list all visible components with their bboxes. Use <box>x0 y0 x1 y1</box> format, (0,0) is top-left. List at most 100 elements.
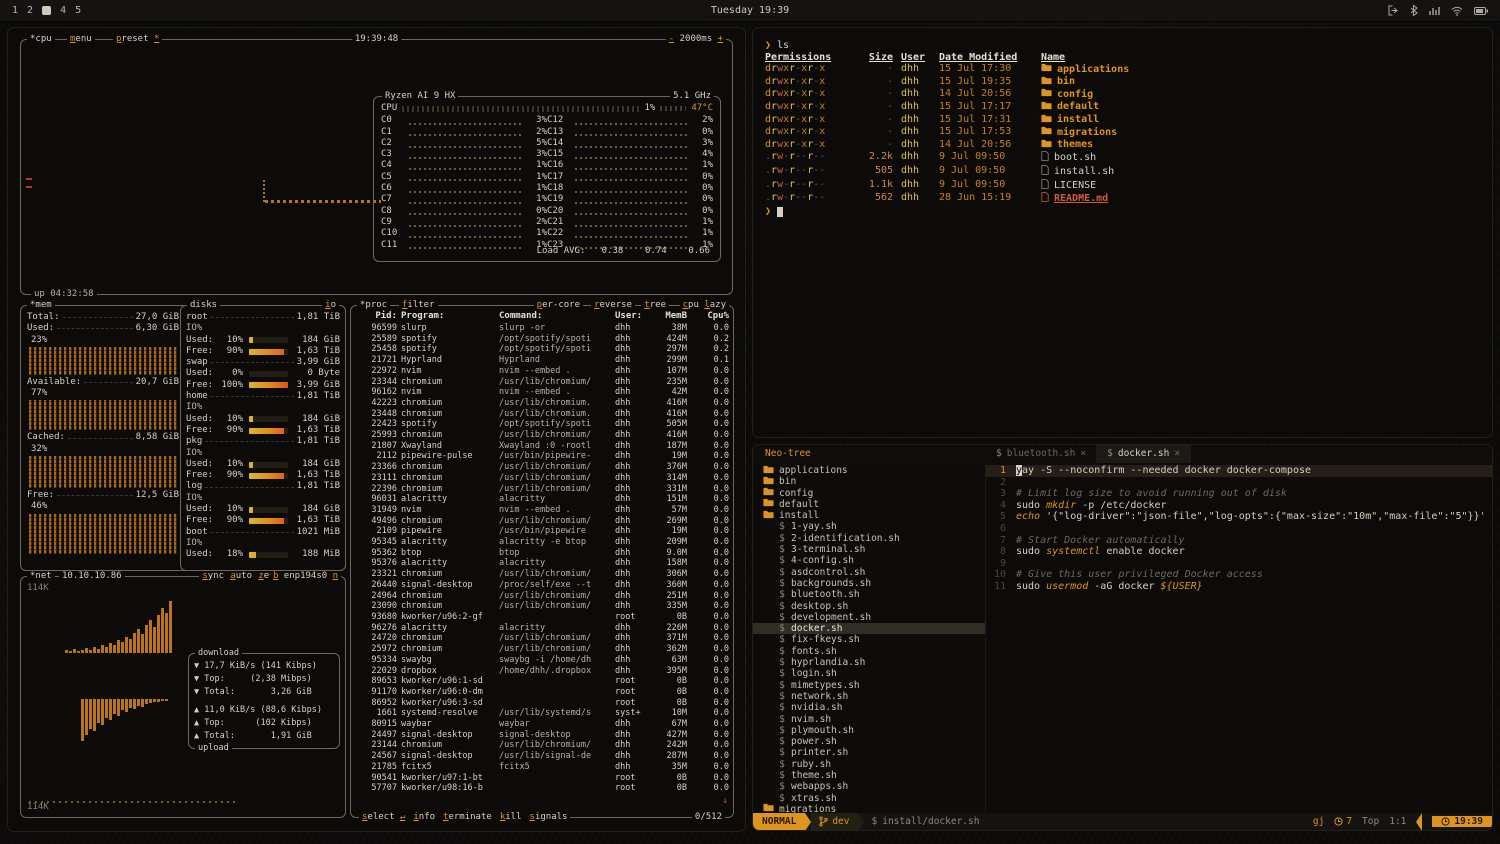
bluetooth-icon[interactable] <box>1410 5 1418 16</box>
tree-item[interactable]: $mimetypes.sh <box>753 680 985 691</box>
process-row[interactable]: 57707kworker/u98:16-broot0B0.0 <box>351 783 733 794</box>
process-row[interactable]: 22423spotify/opt/spotify/spotidhh505M0.0 <box>351 419 733 430</box>
process-row[interactable]: 96031alacrittyalacrittydhh151M0.0 <box>351 494 733 505</box>
tree-item[interactable]: $1-yay.sh <box>753 521 985 532</box>
tree-item[interactable]: $plymouth.sh <box>753 725 985 736</box>
process-row[interactable]: 25458spotify/opt/spotify/spotidhh297M0.2 <box>351 344 733 355</box>
tree-item[interactable]: config <box>753 488 985 499</box>
editor-line[interactable]: 8sudo systemctl enable docker <box>986 546 1492 558</box>
process-row[interactable]: 42223chromium/usr/lib/chromium.dhh416M0.… <box>351 398 733 409</box>
editor[interactable]: 1yay -S --noconfirm --needed docker dock… <box>986 463 1492 813</box>
process-row[interactable]: 80915waybarwaybardhh67M0.0 <box>351 719 733 730</box>
process-panel[interactable]: *proc filter per-core reverse tree cpu l… <box>350 305 734 818</box>
tree-item[interactable]: $4-config.sh <box>753 555 985 566</box>
proc-header-1[interactable]: Program: <box>401 311 495 322</box>
tree-item[interactable]: $power.sh <box>753 736 985 747</box>
tree-item[interactable]: $theme.sh <box>753 770 985 781</box>
proc-header-2[interactable]: Command: <box>499 311 611 322</box>
tree-item[interactable]: $fix-fkeys.sh <box>753 634 985 645</box>
tree-item[interactable]: $nvim.sh <box>753 714 985 725</box>
process-row[interactable]: 95334swaybgswaybg -i /home/dhdhh63M0.0 <box>351 655 733 666</box>
process-row[interactable]: 24567signal-desktop/usr/lib/signal-dedhh… <box>351 751 733 762</box>
wifi-icon[interactable] <box>1451 6 1463 16</box>
workspace-button[interactable]: 1 <box>12 5 18 16</box>
memory-panel[interactable]: *mem Total:27,0 GiBUsed:6,30 GiB23%Avail… <box>20 305 346 571</box>
buffer-tab[interactable]: $docker.sh× <box>1097 445 1191 463</box>
process-row[interactable]: 24720chromium/usr/lib/chromium/dhh371M0.… <box>351 633 733 644</box>
process-row[interactable]: 26440signal-desktop/proc/self/exe --tdhh… <box>351 580 733 591</box>
proc-header-4[interactable]: MemB <box>653 311 687 322</box>
editor-line[interactable]: 9 <box>986 558 1492 570</box>
process-row[interactable]: 90541kworker/u97:1-btroot0B0.0 <box>351 773 733 784</box>
buffer-tab[interactable]: $bluetooth.sh× <box>986 445 1097 463</box>
tree-item[interactable]: $printer.sh <box>753 747 985 758</box>
process-row[interactable]: 86952kworker/u96:3-sdroot0B0.0 <box>351 698 733 709</box>
scroll-down-icon[interactable]: ↓ <box>723 796 728 807</box>
process-row[interactable]: 23344chromium/usr/lib/chromium/dhh235M0.… <box>351 377 733 388</box>
io-toggle[interactable]: io <box>322 300 339 311</box>
process-row[interactable]: 96599slurpslurp -ordhh38M0.0 <box>351 323 733 334</box>
process-row[interactable]: 21785fcitx5fcitx5dhh35M0.0 <box>351 762 733 773</box>
close-icon[interactable]: × <box>1080 448 1086 459</box>
close-icon[interactable]: × <box>1174 448 1180 459</box>
neotree-panel[interactable]: applicationsbinconfigdefaultinstall$1-ya… <box>753 463 986 813</box>
tree-item[interactable]: $fonts.sh <box>753 646 985 657</box>
process-row[interactable]: 2109pipewire/usr/bin/pipewiredhh19M0.0 <box>351 526 733 537</box>
meter-icon[interactable] <box>1429 6 1440 16</box>
process-row[interactable]: 89653kworker/u96:1-sdroot0B0.0 <box>351 676 733 687</box>
tree-item[interactable]: install <box>753 510 985 521</box>
process-row[interactable]: 25993chromium/usr/lib/chromium/dhh416M0.… <box>351 430 733 441</box>
process-row[interactable]: 96276alacrittyalacrittydhh226M0.0 <box>351 623 733 634</box>
filter-button[interactable]: filter <box>399 300 438 311</box>
tree-item[interactable]: $login.sh <box>753 668 985 679</box>
workspace-button[interactable]: 4 <box>60 5 66 16</box>
net-interface-switcher[interactable]: b enp194s0 n <box>270 571 341 582</box>
workspace-button[interactable]: 5 <box>75 5 81 16</box>
net-auto-toggle[interactable]: auto <box>227 571 255 582</box>
prompt-line-2[interactable]: ❯ <box>765 206 1480 218</box>
proc-action-button[interactable]: kill <box>500 812 522 823</box>
process-row[interactable]: 22029dropbox/home/dhh/.dropboxdhh395M0.0 <box>351 666 733 677</box>
process-row[interactable]: 91170kworker/u96:0-dmroot0B0.0 <box>351 687 733 698</box>
process-row[interactable]: 21807XwaylandXwayland :0 -rootldhh187M0.… <box>351 441 733 452</box>
tree-item[interactable]: $bluetooth.sh <box>753 589 985 600</box>
process-row[interactable]: 23144chromium/usr/lib/chromium/dhh242M0.… <box>351 740 733 751</box>
tree-item[interactable]: $ruby.sh <box>753 759 985 770</box>
process-row[interactable]: 1661systemd-resolve/usr/lib/systemd/ssys… <box>351 708 733 719</box>
tree-item[interactable]: migrations <box>753 804 985 813</box>
editor-line[interactable]: 4sudo mkdir -p /etc/docker <box>986 500 1492 512</box>
preset-button[interactable]: preset * <box>113 34 162 45</box>
tree-item[interactable]: $xtras.sh <box>753 793 985 804</box>
tree-item[interactable]: $docker.sh <box>753 623 985 634</box>
logout-icon[interactable] <box>1388 5 1399 16</box>
process-row[interactable]: 93680kworker/u96:2-gfroot0B0.0 <box>351 612 733 623</box>
poll-interval[interactable]: - 2000ms + <box>666 34 726 45</box>
editor-line[interactable]: 7# Start Docker automatically <box>986 535 1492 547</box>
cpu-lazy-sort[interactable]: cpu lazy <box>680 300 729 311</box>
tree-item[interactable]: $development.sh <box>753 612 985 623</box>
tree-item[interactable]: $backgrounds.sh <box>753 578 985 589</box>
tree-item[interactable]: $nvidia.sh <box>753 702 985 713</box>
process-row[interactable]: 21721HyprlandHyprlanddhh299M0.1 <box>351 355 733 366</box>
reverse-toggle[interactable]: reverse <box>591 300 635 311</box>
workspace-button[interactable]: 2 <box>27 5 33 16</box>
network-panel[interactable]: *net 10.10.10.86 sync auto zero b enp194… <box>20 576 346 818</box>
editor-line[interactable]: 11sudo usermod -aG docker ${USER} <box>986 581 1492 593</box>
disks-panel[interactable]: disks io root1,81 TiBIO%Used:10%184 GiBF… <box>180 305 346 571</box>
proc-action-button[interactable]: select ↵ <box>362 812 405 823</box>
workspace-active-indicator[interactable] <box>42 6 51 15</box>
tree-item[interactable]: $hyprlandia.sh <box>753 657 985 668</box>
tree-item[interactable]: default <box>753 499 985 510</box>
process-row[interactable]: 24497signal-desktopsignal-desktopdhh427M… <box>351 730 733 741</box>
process-row[interactable]: 25589spotify/opt/spotify/spotidhh424M0.2 <box>351 334 733 345</box>
process-row[interactable]: 23366chromium/usr/lib/chromium/dhh376M0.… <box>351 462 733 473</box>
process-row[interactable]: 49496chromium/usr/lib/chromium/dhh269M0.… <box>351 516 733 527</box>
process-row[interactable]: 96162nvimnvim --embed .dhh42M0.0 <box>351 387 733 398</box>
tree-item[interactable]: $3-terminal.sh <box>753 544 985 555</box>
editor-line[interactable]: 5echo '{"log-driver":"json-file","log-op… <box>986 511 1492 523</box>
cpu-panel[interactable]: *cpu menu preset * 19:39:48 - 2000ms + u… <box>20 39 733 295</box>
process-row[interactable]: 25972chromium/usr/lib/chromium/dhh362M0.… <box>351 644 733 655</box>
editor-line[interactable]: 6 <box>986 523 1492 535</box>
tree-item[interactable]: $desktop.sh <box>753 601 985 612</box>
battery-icon[interactable] <box>1474 7 1488 15</box>
